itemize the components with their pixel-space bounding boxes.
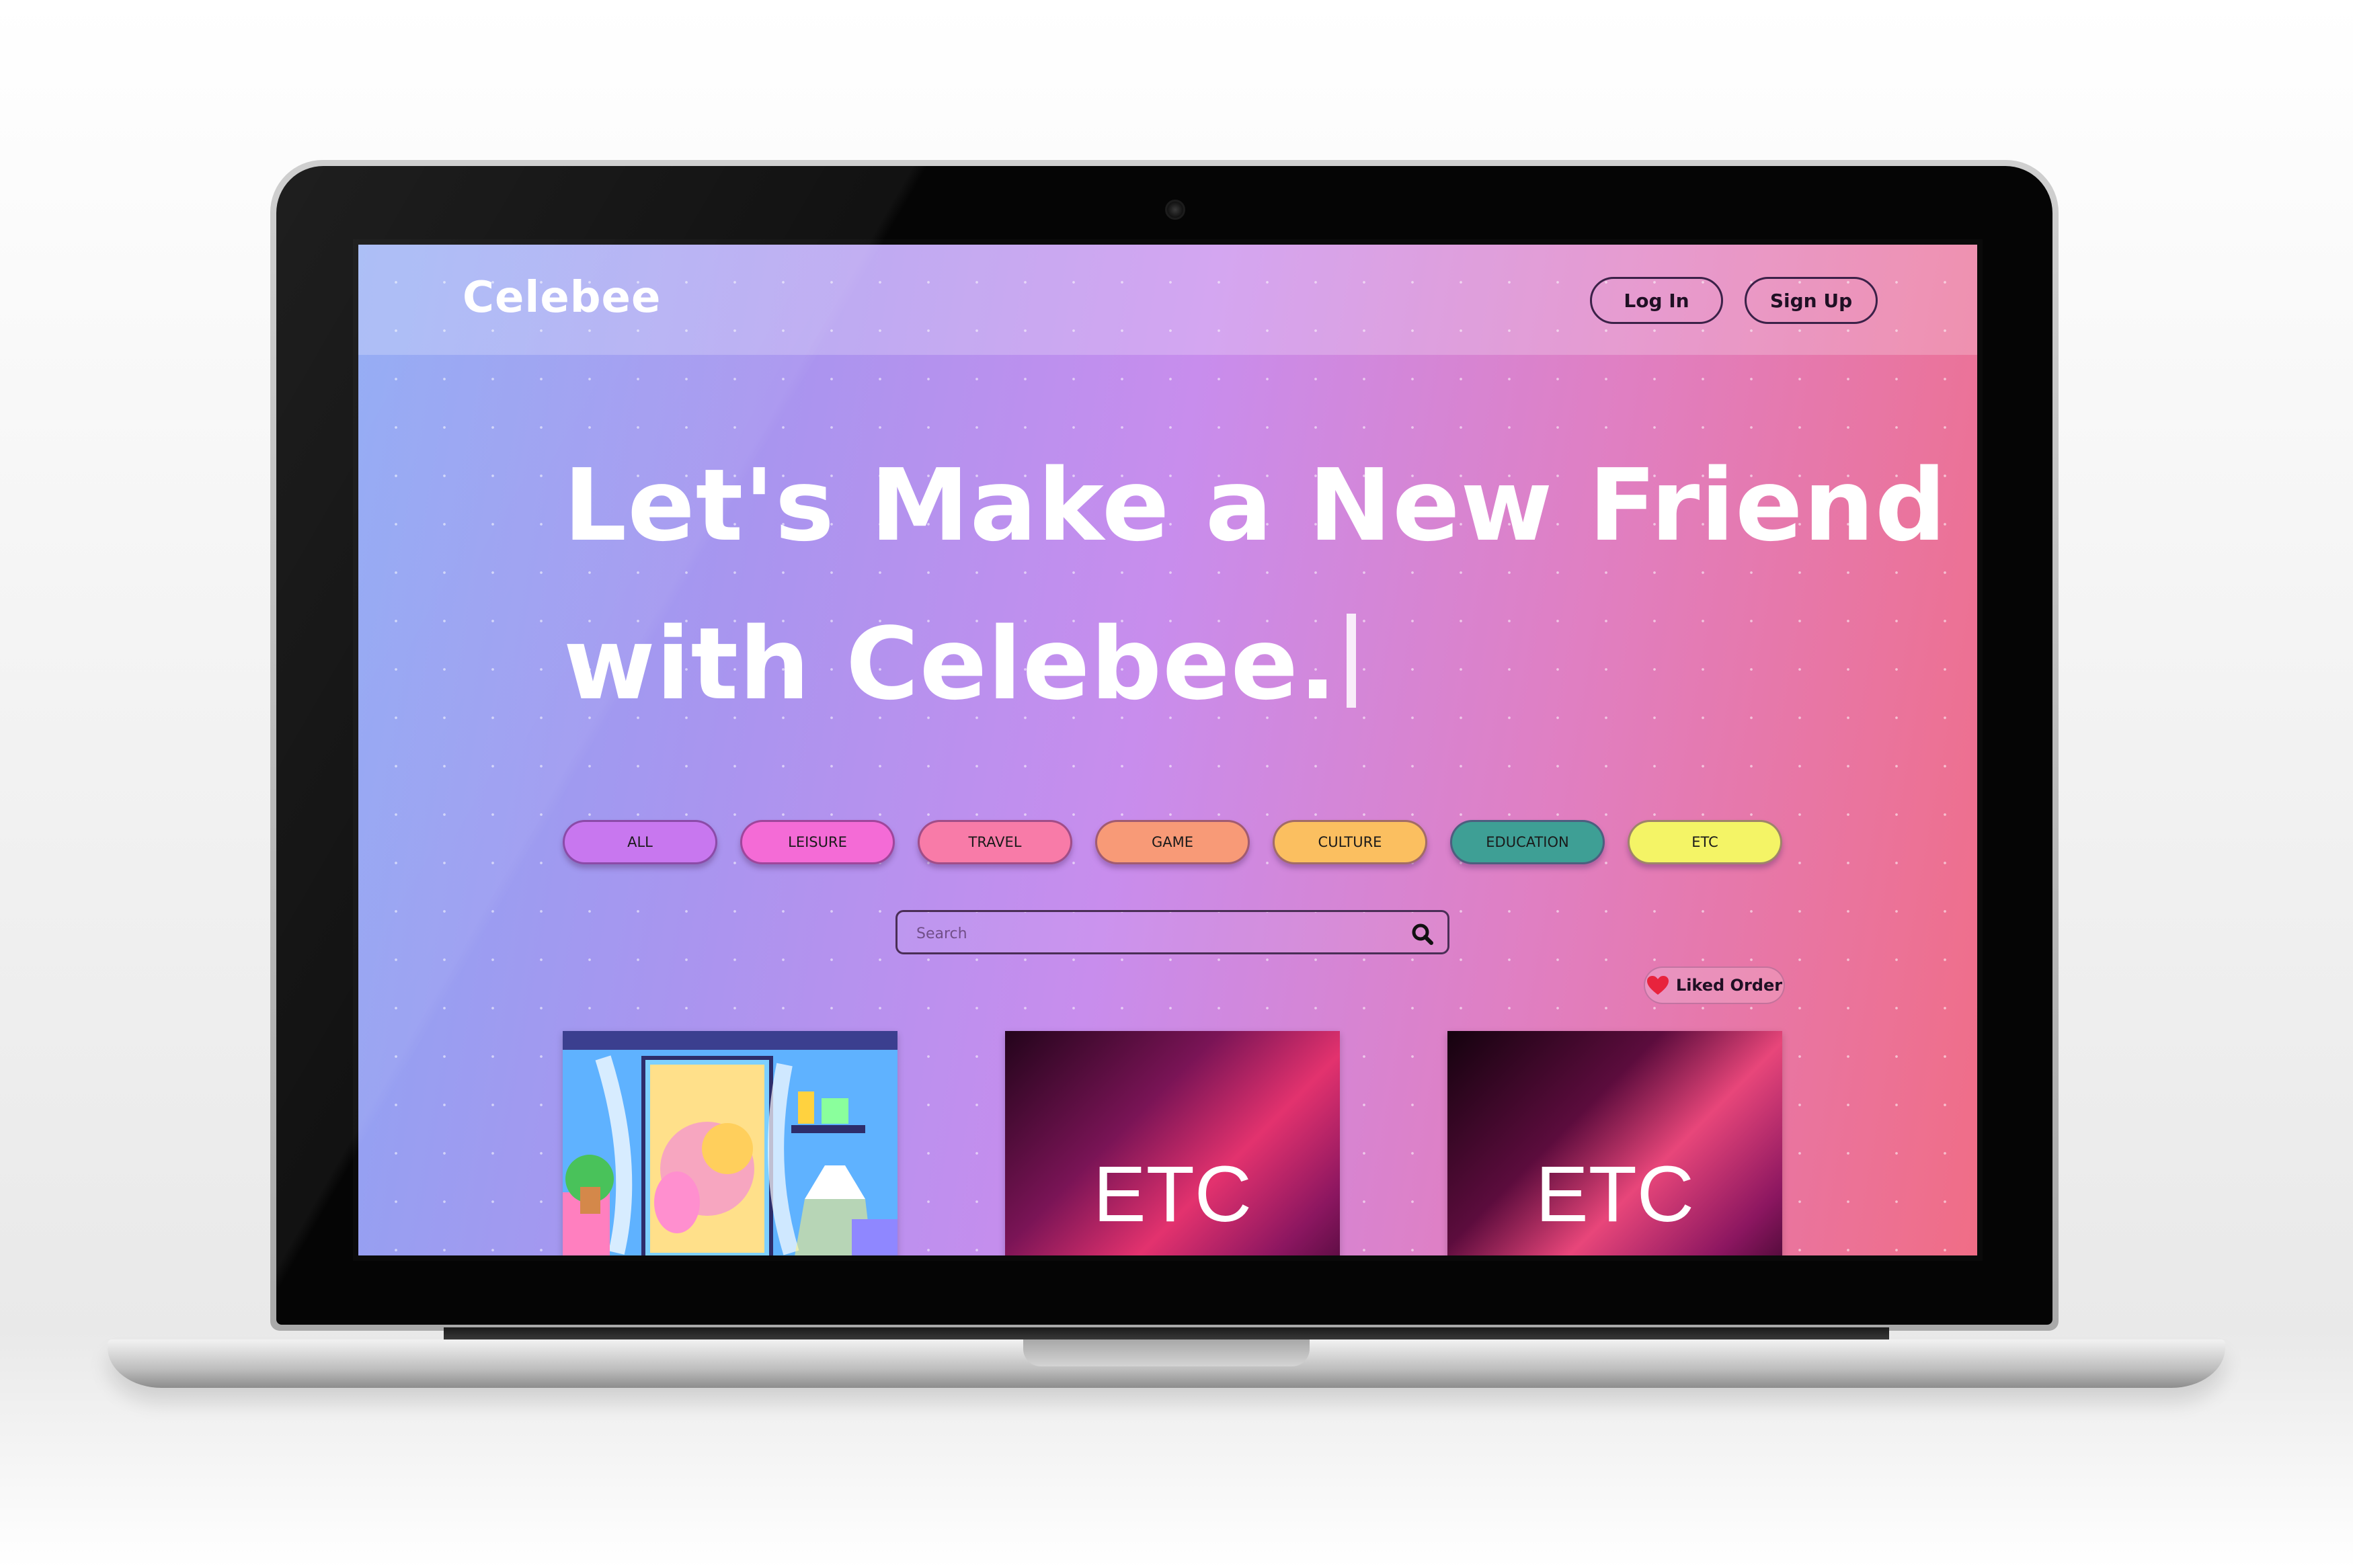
liked-order-label: Liked Order bbox=[1675, 976, 1783, 995]
room-illustration bbox=[563, 1031, 898, 1255]
card-category-label: ETC bbox=[1536, 1150, 1694, 1239]
category-chip-culture[interactable]: CULTURE bbox=[1273, 820, 1427, 864]
liked-order-button[interactable]: Liked Order bbox=[1644, 966, 1785, 1004]
club-card-illustration[interactable] bbox=[563, 1031, 898, 1255]
search-bar bbox=[895, 910, 1449, 954]
top-navbar: Celebee Log In Sign Up bbox=[358, 245, 1977, 355]
laptop-opening-notch bbox=[1023, 1339, 1310, 1366]
heart-icon bbox=[1646, 976, 1669, 995]
category-chip-travel[interactable]: TRAVEL bbox=[918, 820, 1072, 864]
club-card-etc-1[interactable]: ETC bbox=[1005, 1031, 1340, 1255]
website: Celebee Log In Sign Up Let's Make a New … bbox=[358, 245, 1977, 1255]
club-card-etc-2[interactable]: ETC bbox=[1447, 1031, 1782, 1255]
card-category-label: ETC bbox=[1093, 1150, 1252, 1239]
site-logo[interactable]: Celebee bbox=[463, 273, 661, 323]
hero-line-1: Let's Make a New Friend bbox=[563, 448, 1947, 563]
search-icon[interactable] bbox=[1408, 920, 1437, 948]
category-chip-game[interactable]: GAME bbox=[1095, 820, 1250, 864]
laptop-base bbox=[108, 1339, 2225, 1388]
laptop-bezel: Celebee Log In Sign Up Let's Make a New … bbox=[276, 166, 2052, 1325]
login-button[interactable]: Log In bbox=[1590, 277, 1723, 324]
category-chip-education[interactable]: EDUCATION bbox=[1450, 820, 1605, 864]
webcam-icon bbox=[1165, 200, 1185, 220]
typing-cursor bbox=[1347, 614, 1357, 708]
laptop-lid: Celebee Log In Sign Up Let's Make a New … bbox=[270, 160, 2059, 1331]
search-input[interactable] bbox=[916, 920, 1387, 947]
hero-line-2-text: with Celebee. bbox=[563, 606, 1338, 722]
signup-button[interactable]: Sign Up bbox=[1745, 277, 1878, 324]
hero-heading: Let's Make a New Friend with Celebee. bbox=[563, 426, 1947, 743]
category-chip-all[interactable]: ALL bbox=[563, 820, 717, 864]
laptop-hinge bbox=[444, 1327, 1889, 1341]
hero-line-2: with Celebee. bbox=[563, 585, 1947, 743]
category-chip-etc[interactable]: ETC bbox=[1628, 820, 1782, 864]
laptop-screen: Celebee Log In Sign Up Let's Make a New … bbox=[353, 239, 1983, 1261]
category-chip-leisure[interactable]: LEISURE bbox=[740, 820, 895, 864]
category-filter: ALL LEISURE TRAVEL GAME CULTURE EDUCATIO… bbox=[563, 820, 1782, 864]
